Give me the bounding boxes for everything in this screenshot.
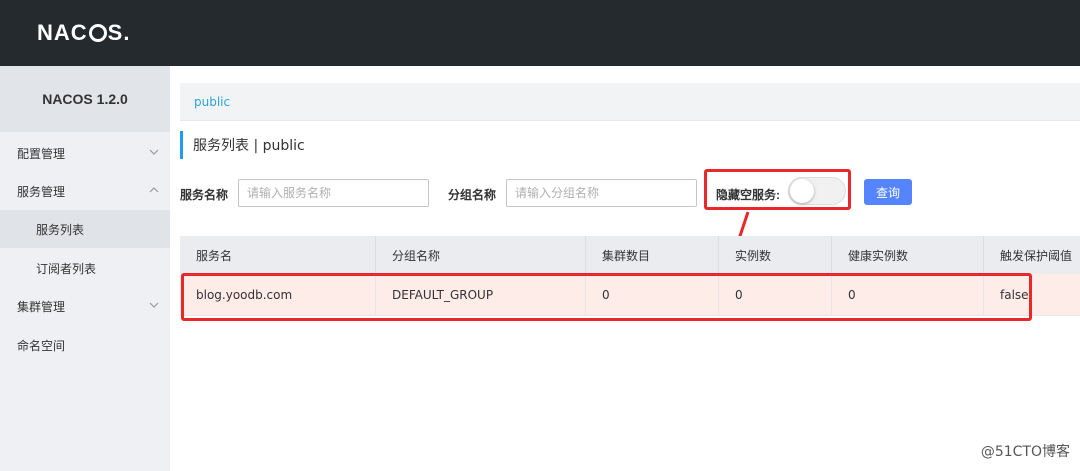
- toggle-knob: [790, 179, 814, 203]
- sidebar-item-service-list[interactable]: 服务列表: [0, 210, 170, 248]
- sidebar-item-label: 集群管理: [17, 299, 66, 314]
- table-header: 服务名 分组名称 集群数目 实例数 健康实例数 触发保护阈值: [180, 236, 1080, 274]
- sidebar-item-label: 服务列表: [36, 222, 85, 237]
- column-header-service-name: 服务名: [180, 236, 376, 274]
- sidebar-item-subscriber-list[interactable]: 订阅者列表: [0, 249, 170, 287]
- namespace-tab-public[interactable]: public: [194, 95, 230, 109]
- column-header-cluster-count: 集群数目: [586, 236, 719, 274]
- service-name-label: 服务名称: [180, 188, 229, 202]
- namespace-bar: public: [180, 83, 1080, 121]
- chevron-up-icon: [149, 187, 159, 193]
- sidebar-item-namespace[interactable]: 命名空间: [0, 326, 170, 364]
- hide-empty-toggle[interactable]: [788, 177, 846, 205]
- column-header-instance-count: 实例数: [719, 236, 832, 274]
- version-label: NACOS 1.2.0: [0, 66, 170, 132]
- top-bar: NA C S.: [0, 0, 1080, 66]
- chevron-down-icon: [149, 149, 159, 155]
- highlight-box-row: [181, 273, 1032, 321]
- column-header-protect-threshold: 触发保护阈值: [1000, 248, 1073, 263]
- nacos-logo[interactable]: NA C S.: [37, 20, 130, 46]
- sidebar-item-label: 服务管理: [17, 184, 66, 199]
- sidebar-item-cluster-management[interactable]: 集群管理: [0, 287, 170, 325]
- group-name-field[interactable]: [506, 179, 697, 207]
- sidebar-item-service-management[interactable]: 服务管理: [0, 172, 170, 210]
- sidebar-item-config-management[interactable]: 配置管理: [0, 134, 170, 172]
- column-header-healthy-instances: 健康实例数: [832, 236, 984, 274]
- service-name-input[interactable]: [247, 186, 428, 200]
- query-button[interactable]: 查询: [864, 179, 912, 205]
- chevron-down-icon: [149, 302, 159, 308]
- service-name-field[interactable]: [238, 179, 429, 207]
- group-name-input[interactable]: [515, 186, 696, 200]
- watermark: @51CTO博客: [980, 444, 1070, 460]
- column-header-group-name: 分组名称: [376, 236, 586, 274]
- hide-empty-label: 隐藏空服务:: [716, 188, 780, 202]
- page-title: 服务列表 | public: [180, 131, 305, 159]
- sidebar-item-label: 订阅者列表: [36, 261, 97, 276]
- sidebar-item-label: 命名空间: [17, 338, 66, 353]
- sidebar: NACOS 1.2.0 配置管理 服务管理 服务列表 订阅者列表 集群管理 命名…: [0, 66, 170, 471]
- group-name-label: 分组名称: [448, 188, 497, 202]
- sidebar-item-label: 配置管理: [17, 146, 66, 161]
